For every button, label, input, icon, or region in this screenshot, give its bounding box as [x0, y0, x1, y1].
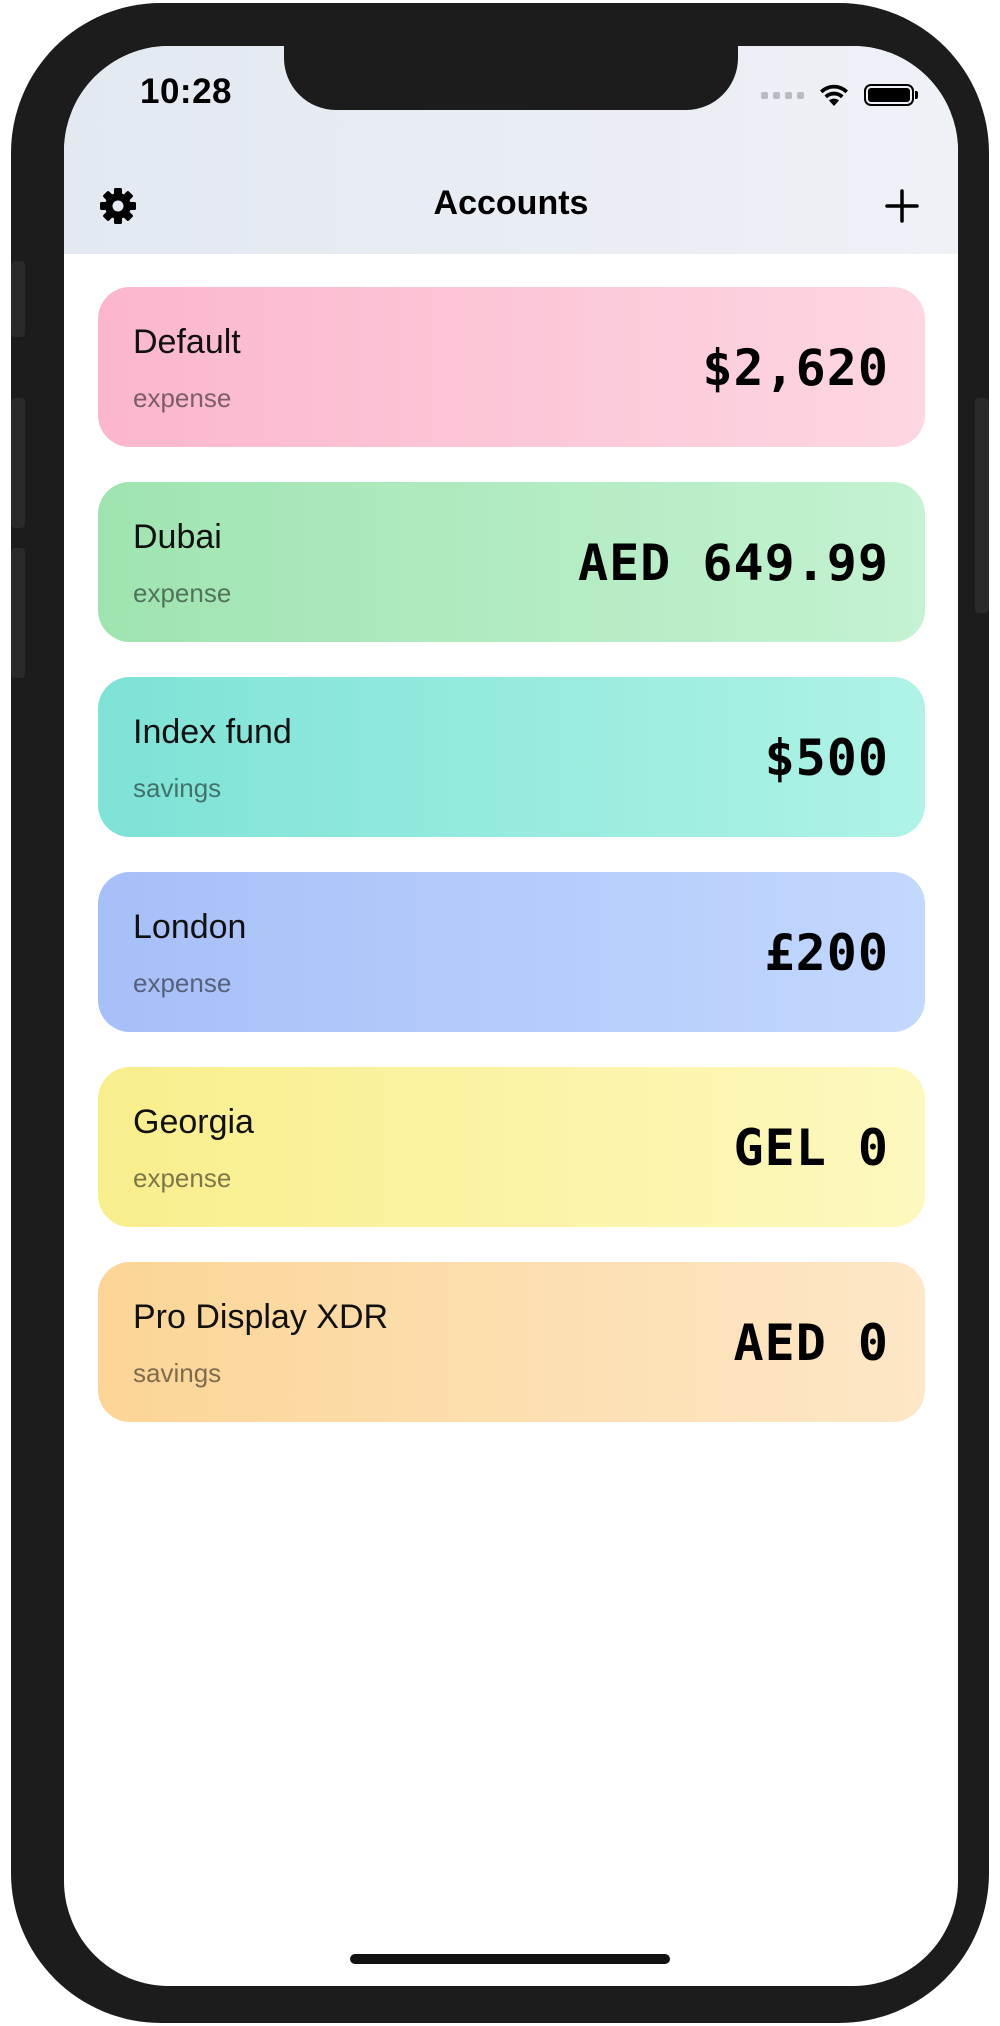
account-card[interactable]: Default expense $2,620 — [98, 287, 925, 447]
wifi-icon — [820, 84, 848, 106]
add-account-button[interactable] — [882, 186, 922, 226]
status-icons — [761, 80, 918, 110]
account-type: savings — [133, 773, 222, 803]
account-type: expense — [133, 1163, 232, 1193]
account-name: Index fund — [133, 713, 292, 751]
navigation-bar: Accounts — [64, 176, 958, 236]
volume-up-button — [11, 398, 25, 528]
account-balance: $500 — [764, 729, 889, 787]
power-button — [975, 398, 989, 613]
account-type: expense — [133, 968, 232, 998]
account-card[interactable]: Index fund savings $500 — [98, 677, 925, 837]
account-balance: AED 0 — [733, 1314, 889, 1372]
home-indicator[interactable] — [350, 1954, 670, 1964]
accounts-list: Default expense $2,620 Dubai expense AED… — [98, 287, 925, 1457]
volume-down-button — [11, 548, 25, 678]
account-name: Georgia — [133, 1103, 254, 1141]
account-balance: £200 — [764, 924, 889, 982]
plus-icon — [885, 189, 919, 223]
account-type: savings — [133, 1358, 222, 1388]
phone-frame: 10:28 Accounts Default expense $2,620 Du… — [11, 3, 989, 2023]
page-title: Accounts — [433, 184, 589, 222]
account-balance: GEL 0 — [733, 1119, 889, 1177]
screen: 10:28 Accounts Default expense $2,620 Du… — [64, 46, 958, 1986]
account-card[interactable]: London expense £200 — [98, 872, 925, 1032]
account-type: expense — [133, 578, 232, 608]
account-type: expense — [133, 383, 232, 413]
mute-switch — [11, 261, 25, 337]
account-card[interactable]: Dubai expense AED 649.99 — [98, 482, 925, 642]
notch — [284, 46, 738, 110]
account-name: Dubai — [133, 518, 222, 556]
cellular-signal-icon — [761, 91, 804, 99]
account-name: Pro Display XDR — [133, 1298, 389, 1336]
account-name: Default — [133, 323, 241, 361]
battery-icon — [864, 84, 918, 106]
account-card[interactable]: Pro Display XDR savings AED 0 — [98, 1262, 925, 1422]
account-card[interactable]: Georgia expense GEL 0 — [98, 1067, 925, 1227]
status-time: 10:28 — [140, 72, 233, 111]
account-balance: AED 649.99 — [577, 534, 889, 592]
account-balance: $2,620 — [702, 339, 889, 397]
account-name: London — [133, 908, 247, 946]
